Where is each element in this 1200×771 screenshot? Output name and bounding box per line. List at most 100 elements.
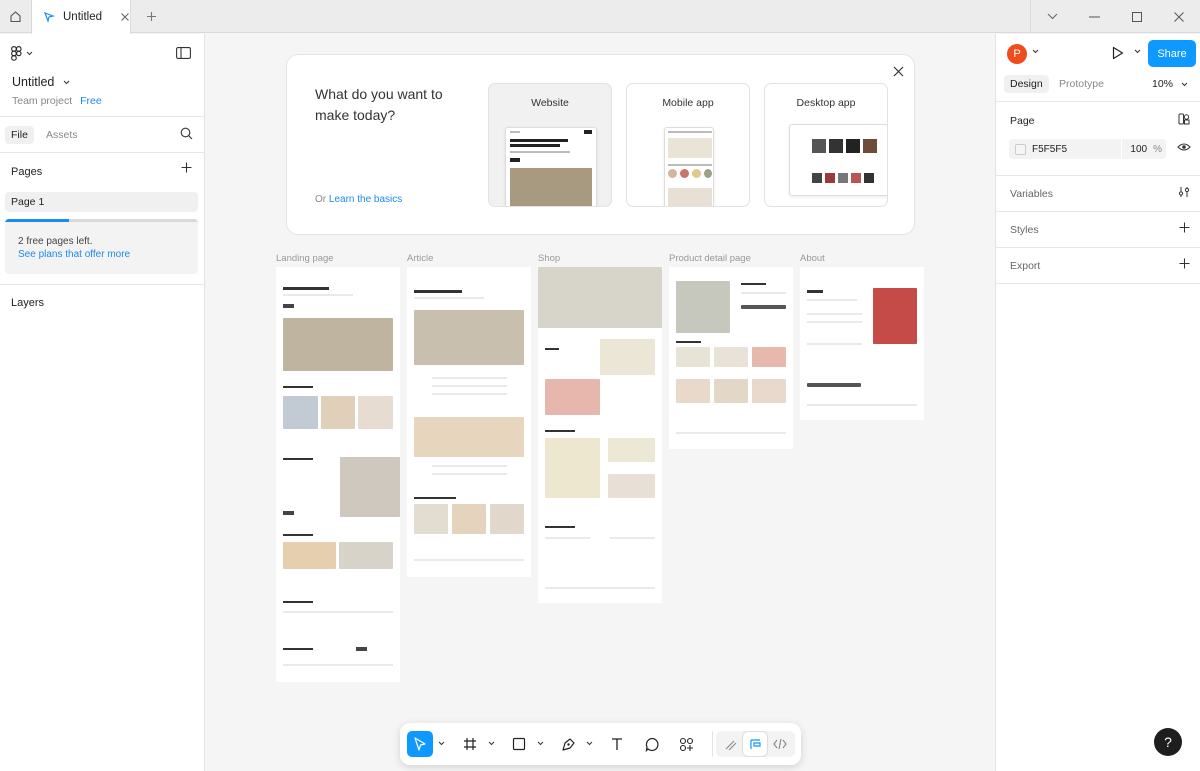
close-icon (1174, 11, 1184, 22)
add-page-button[interactable] (181, 162, 192, 176)
card-label: Desktop app (796, 97, 856, 109)
title-bar: Untitled (0, 0, 1200, 34)
pages-label: Pages (11, 166, 43, 178)
fill-opacity-field[interactable]: 100 % (1122, 139, 1166, 159)
help-button[interactable]: ? (1154, 728, 1182, 756)
canvas[interactable]: What do you want to make today? Or Learn… (206, 34, 995, 771)
actions-tool-button[interactable] (673, 731, 699, 757)
frame-label-product[interactable]: Product detail page (669, 253, 751, 264)
sliders-icon (1178, 187, 1190, 197)
home-icon (9, 11, 21, 23)
file-title: Untitled (12, 75, 55, 89)
present-button[interactable] (1112, 46, 1124, 63)
main-menu-button[interactable] (11, 46, 33, 61)
fill-opacity-unit: % (1153, 143, 1162, 155)
rectangle-icon (512, 737, 526, 751)
learn-basics-link[interactable]: Learn the basics (329, 194, 402, 205)
new-tab-button[interactable] (140, 0, 162, 33)
plus-icon (1179, 222, 1190, 233)
design-mode-button[interactable] (743, 732, 767, 756)
frame-label-landing[interactable]: Landing page (276, 253, 334, 264)
website-card[interactable]: Website (488, 83, 612, 207)
frame-article[interactable] (407, 267, 531, 577)
export-title: Export (1010, 260, 1041, 272)
chevron-down-icon[interactable] (537, 741, 544, 746)
tab-design[interactable]: Design (1004, 75, 1049, 93)
plus-icon (146, 12, 156, 21)
welcome-heading: What do you want to make today? (315, 86, 443, 123)
add-export-button[interactable] (1179, 258, 1190, 272)
minimize-icon (1088, 16, 1100, 17)
or-text: Or (315, 194, 327, 205)
chevron-down-icon[interactable] (438, 741, 445, 746)
tab-assets[interactable]: Assets (40, 126, 84, 144)
frame-label-shop[interactable]: Shop (538, 253, 560, 264)
play-icon (1112, 46, 1124, 60)
pen-icon (561, 737, 575, 751)
file-header: Untitled Team project Free (0, 34, 204, 117)
frame-shop[interactable] (538, 267, 662, 603)
variables-button[interactable] (1178, 186, 1190, 201)
dev-mode-button[interactable] (768, 732, 792, 756)
comment-tool-button[interactable] (639, 731, 665, 757)
chevron-down-icon[interactable] (488, 741, 495, 746)
layers-label: Layers (11, 297, 45, 309)
share-button[interactable]: Share (1148, 40, 1196, 67)
plus-icon (181, 162, 192, 173)
mobile-app-card[interactable]: Mobile app (626, 83, 750, 207)
variables-section: Variables (996, 176, 1200, 212)
chevron-down-icon[interactable] (586, 741, 593, 746)
close-icon[interactable] (120, 12, 130, 22)
chevron-down-icon (64, 80, 70, 84)
tabs-dropdown-button[interactable] (1031, 0, 1073, 33)
sidebar-toggle-button[interactable] (176, 47, 191, 62)
add-style-button[interactable] (1179, 222, 1190, 236)
home-button[interactable] (0, 0, 30, 33)
comment-icon (645, 737, 659, 752)
pen-tool-button[interactable] (555, 731, 581, 757)
color-swatch[interactable] (1015, 143, 1026, 155)
plus-icon (1179, 258, 1190, 269)
text-tool-button[interactable] (604, 731, 630, 757)
minimize-button[interactable] (1073, 0, 1115, 33)
window-close-button[interactable] (1158, 0, 1200, 33)
website-preview (505, 127, 597, 206)
visibility-toggle[interactable] (1177, 142, 1191, 155)
frame-tool-button[interactable] (457, 731, 483, 757)
frame-product-detail[interactable] (669, 267, 793, 449)
tab-file[interactable]: File (5, 126, 34, 144)
draw-mode-button[interactable] (718, 732, 742, 756)
frame-label-article[interactable]: Article (407, 253, 433, 264)
avatar[interactable]: P (1007, 44, 1027, 64)
desktop-preview (789, 124, 887, 196)
fill-color-field[interactable]: F5F5F5 (1009, 139, 1121, 159)
desktop-app-card[interactable]: Desktop app (764, 83, 888, 207)
file-tab-label: Untitled (63, 11, 102, 23)
card-label: Mobile app (662, 97, 714, 109)
search-button[interactable] (180, 127, 193, 143)
left-tabs: File Assets (0, 117, 204, 153)
file-title-button[interactable]: Untitled (12, 75, 70, 89)
frame-landing-page[interactable] (276, 267, 400, 682)
text-icon (612, 738, 622, 750)
style-button[interactable] (1178, 113, 1190, 128)
chevron-down-icon[interactable] (1032, 49, 1039, 54)
move-tool-button[interactable] (407, 731, 433, 757)
chevron-down-icon[interactable] (1134, 49, 1141, 54)
figma-logo-icon (11, 46, 22, 61)
maximize-button[interactable] (1116, 0, 1158, 33)
frame-label-about[interactable]: About (800, 253, 825, 264)
mode-switcher (716, 731, 795, 757)
shape-tool-button[interactable] (506, 731, 532, 757)
see-plans-link[interactable]: See plans that offer more (18, 249, 130, 260)
tab-prototype[interactable]: Prototype (1059, 78, 1104, 90)
mobile-preview (664, 127, 714, 206)
zoom-dropdown[interactable]: 10% (1152, 78, 1188, 90)
plan-badge[interactable]: Free (80, 95, 102, 107)
frame-about[interactable] (800, 267, 924, 420)
welcome-close-button[interactable] (893, 66, 904, 80)
cursor-icon (414, 737, 426, 751)
file-tab[interactable]: Untitled (31, 0, 131, 34)
pages-header: Pages (0, 153, 204, 187)
page-item[interactable]: Page 1 (5, 192, 198, 212)
